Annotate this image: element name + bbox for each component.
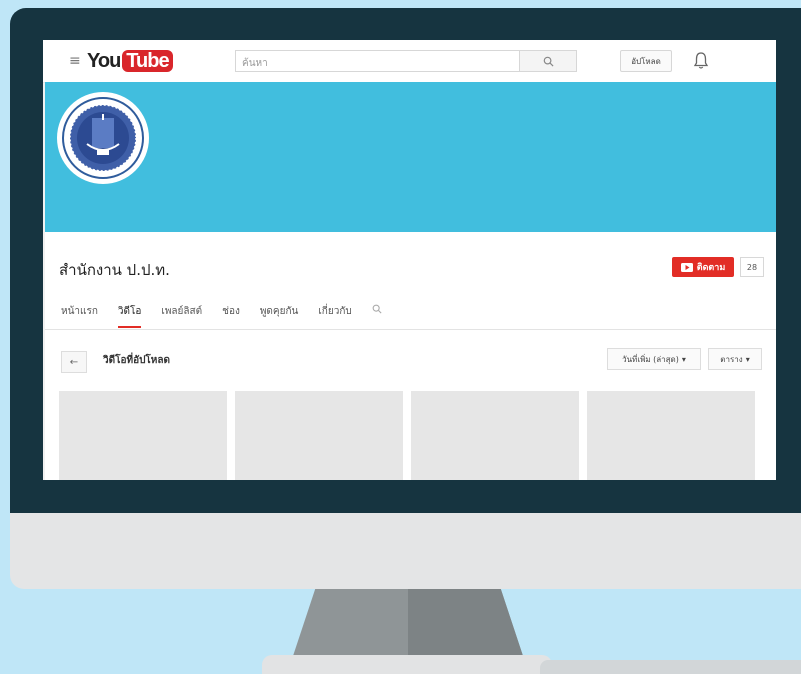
- search-box: [235, 50, 520, 74]
- section-title: วิดีโอที่อัปโหลด: [103, 355, 171, 366]
- tab-channels[interactable]: ช่อง: [222, 296, 240, 328]
- subscribe-label: ติดตาม: [696, 263, 726, 273]
- masthead: ≡ You Tube อัปโหลด: [43, 40, 776, 83]
- channel-search-button[interactable]: [372, 296, 382, 326]
- tab-discussion[interactable]: พูดคุยกัน: [260, 296, 299, 328]
- logo-you-text: You: [87, 50, 121, 72]
- tab-home[interactable]: หน้าแรก: [61, 296, 98, 328]
- play-icon: [680, 262, 693, 272]
- agency-seal-icon: [62, 97, 144, 179]
- channel-banner: [45, 82, 776, 232]
- channel-header: สำนักงาน ป.ป.ท. ติดตาม 28 หน้าแรก วิดีโอ…: [45, 232, 776, 330]
- sort-dropdown[interactable]: วันที่เพิ่ม (ล่าสุด) ▾: [607, 348, 701, 370]
- dropdown-arrow-icon: ▾: [745, 354, 750, 364]
- logo-tube-text: Tube: [122, 50, 173, 72]
- view-label: ตาราง: [720, 354, 743, 364]
- subscriber-count: 28: [740, 257, 764, 277]
- sort-label: วันที่เพิ่ม (ล่าสุด): [622, 354, 679, 364]
- video-thumbnail[interactable]: [235, 391, 403, 480]
- monitor-stand-base: [262, 655, 552, 674]
- tab-videos[interactable]: วิดีโอ: [117, 296, 142, 328]
- monitor-chin: [10, 513, 801, 589]
- tab-about[interactable]: เกี่ยวกับ: [318, 296, 351, 328]
- back-button[interactable]: ←: [61, 351, 87, 373]
- youtube-logo[interactable]: You Tube: [87, 49, 173, 73]
- video-thumbnail[interactable]: [411, 391, 579, 480]
- channel-title: สำนักงาน ป.ป.ท.: [59, 261, 170, 279]
- menu-icon[interactable]: ≡: [69, 54, 81, 68]
- upload-button[interactable]: อัปโหลด: [620, 50, 672, 72]
- browser-screen: ≡ You Tube อัปโหลด: [43, 40, 776, 480]
- bell-icon[interactable]: [693, 51, 709, 71]
- subscribe-button[interactable]: ติดตาม: [672, 257, 734, 277]
- search-icon: [372, 304, 382, 314]
- search-button[interactable]: [520, 50, 577, 72]
- desk-surface: [540, 660, 801, 674]
- monitor-stand-shade: [408, 589, 524, 659]
- view-dropdown[interactable]: ตาราง ▾: [708, 348, 762, 370]
- channel-avatar[interactable]: [57, 92, 149, 184]
- search-input[interactable]: [236, 53, 518, 74]
- tab-playlists[interactable]: เพลย์ลิสต์: [161, 296, 202, 328]
- channel-tabs: หน้าแรก วิดีโอ เพลย์ลิสต์ ช่อง พูดคุยกัน…: [61, 296, 402, 329]
- videos-section: ← วิดีโอที่อัปโหลด วันที่เพิ่ม (ล่าสุด) …: [45, 330, 776, 480]
- search-icon: [543, 56, 554, 67]
- dropdown-arrow-icon: ▾: [681, 354, 686, 364]
- video-thumbnail[interactable]: [59, 391, 227, 480]
- video-thumbnail[interactable]: [587, 391, 755, 480]
